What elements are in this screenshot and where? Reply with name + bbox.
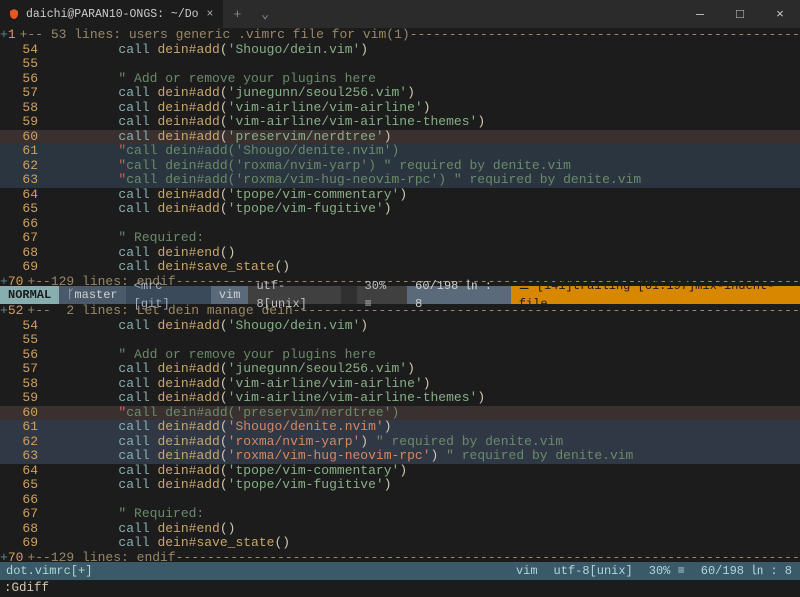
code-line[interactable]: 54 call dein#add('Shougo/dein.vim') xyxy=(0,43,800,58)
code-line[interactable]: 64 call dein#add('tpope/vim-commentary') xyxy=(0,188,800,203)
code-line[interactable]: 63 "call dein#add('roxma/vim-hug-neovim-… xyxy=(0,173,800,188)
code-line[interactable]: 55 xyxy=(0,333,800,348)
mode-segment: NORMAL xyxy=(0,286,59,304)
code-line[interactable]: 57 call dein#add('junegunn/seoul256.vim'… xyxy=(0,86,800,101)
code-line[interactable]: 61 call dein#add('Shougo/denite.nvim') xyxy=(0,420,800,435)
tab-title: daichi@PARAN10-ONGS: ~/Do xyxy=(26,8,199,21)
code-line[interactable]: 55 xyxy=(0,57,800,72)
code-line[interactable]: 66 xyxy=(0,493,800,508)
statusline-fill xyxy=(341,286,357,304)
tab-dropdown-icon[interactable]: ⌄ xyxy=(251,7,279,22)
fold-line[interactable]: + 52 +-- 2 lines: Let dein manage dein--… xyxy=(0,304,800,319)
tab-icon xyxy=(8,8,20,20)
terminal-tab[interactable]: daichi@PARAN10-ONGS: ~/Do × xyxy=(0,0,223,28)
code-line[interactable]: 56 " Add or remove your plugins here xyxy=(0,72,800,87)
code-line[interactable]: 64 call dein#add('tpope/vim-commentary') xyxy=(0,464,800,479)
code-line[interactable]: 58 call dein#add('vim-airline/vim-airlin… xyxy=(0,377,800,392)
warning-segment: ☰ [141]trailing [61:197]mix-indent-file xyxy=(511,286,800,304)
git-segment: <mrc [git] xyxy=(126,286,211,304)
close-tab-icon[interactable]: × xyxy=(205,6,216,23)
encoding-segment: utf-8[unix] xyxy=(546,562,641,580)
code-line[interactable]: 65 call dein#add('tpope/vim-fugitive') xyxy=(0,478,800,493)
code-line[interactable]: 58 call dein#add('vim-airline/vim-airlin… xyxy=(0,101,800,116)
code-line[interactable]: 67 " Required: xyxy=(0,507,800,522)
command-line[interactable]: :Gdiff xyxy=(0,580,800,597)
statusline-inactive: dot.vimrc[+] vim utf-8[unix] 30% ≡ 60/19… xyxy=(0,562,800,580)
fold-line[interactable]: + 70 +--129 lines: endif----------------… xyxy=(0,551,800,563)
window-controls: — □ × xyxy=(680,0,800,28)
code-line[interactable]: 56 " Add or remove your plugins here xyxy=(0,348,800,363)
statusline-active: NORMAL ᚴ master <mrc [git] vim utf-8[uni… xyxy=(0,286,800,304)
encoding-segment: utf-8[unix] xyxy=(248,286,340,304)
branch-segment: ᚴ master xyxy=(59,286,125,304)
code-line[interactable]: 54 call dein#add('Shougo/dein.vim') xyxy=(0,319,800,334)
close-window-button[interactable]: × xyxy=(760,0,800,28)
code-line[interactable]: 57 call dein#add('junegunn/seoul256.vim'… xyxy=(0,362,800,377)
filetype-segment: vim xyxy=(508,562,546,580)
branch-icon: ᚴ xyxy=(67,286,74,304)
code-line[interactable]: 63 call dein#add('roxma/vim-hug-neovim-r… xyxy=(0,449,800,464)
code-line[interactable]: 62 call dein#add('roxma/nvim-yarp') " re… xyxy=(0,435,800,450)
filetype-segment: vim xyxy=(211,286,249,304)
new-tab-button[interactable]: + xyxy=(223,7,251,22)
titlebar: daichi@PARAN10-ONGS: ~/Do × + ⌄ — □ × xyxy=(0,0,800,28)
bottom-pane[interactable]: + 52 +-- 2 lines: Let dein manage dein--… xyxy=(0,304,800,562)
code-line[interactable]: 61 "call dein#add('Shougo/denite.nvim') xyxy=(0,144,800,159)
code-line[interactable]: 68 call dein#end() xyxy=(0,522,800,537)
fold-line[interactable]: + 1 +-- 53 lines: users generic .vimrc f… xyxy=(0,28,800,43)
code-line[interactable]: 68 call dein#end() xyxy=(0,246,800,261)
percent-segment: 30% ≡ xyxy=(357,286,408,304)
maximize-button[interactable]: □ xyxy=(720,0,760,28)
code-line[interactable]: 59 call dein#add('vim-airline/vim-airlin… xyxy=(0,391,800,406)
code-line[interactable]: 69 call dein#save_state() xyxy=(0,536,800,551)
code-line[interactable]: 60 "call dein#add('preservim/nerdtree') xyxy=(0,406,800,421)
code-line[interactable]: 69 call dein#save_state() xyxy=(0,260,800,275)
position-segment: 60/198 ㏑ : 8 xyxy=(693,562,800,580)
code-line[interactable]: 67 " Required: xyxy=(0,231,800,246)
code-line[interactable]: 66 xyxy=(0,217,800,232)
code-line[interactable]: 60 call dein#add('preservim/nerdtree') xyxy=(0,130,800,145)
statusline-fill xyxy=(98,562,508,580)
top-pane[interactable]: + 1 +-- 53 lines: users generic .vimrc f… xyxy=(0,28,800,286)
code-line[interactable]: 59 call dein#add('vim-airline/vim-airlin… xyxy=(0,115,800,130)
filename-segment: dot.vimrc[+] xyxy=(0,562,98,580)
code-line[interactable]: 62 "call dein#add('roxma/nvim-yarp') " r… xyxy=(0,159,800,174)
position-segment: 60/198 ㏑ : 8 xyxy=(407,286,511,304)
code-line[interactable]: 65 call dein#add('tpope/vim-fugitive') xyxy=(0,202,800,217)
minimize-button[interactable]: — xyxy=(680,0,720,28)
percent-segment: 30% ≡ xyxy=(641,562,693,580)
editor-area: + 1 +-- 53 lines: users generic .vimrc f… xyxy=(0,28,800,597)
